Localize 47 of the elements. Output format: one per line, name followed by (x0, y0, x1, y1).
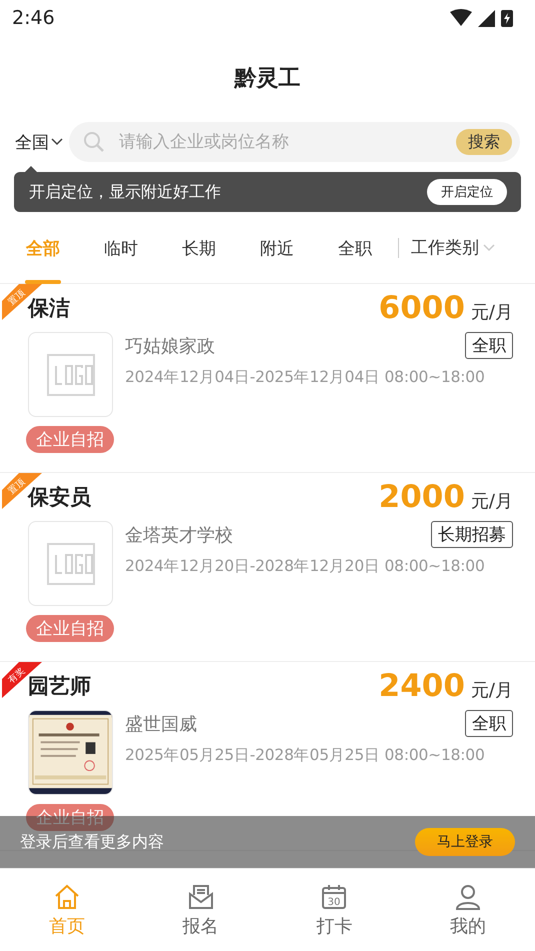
search-field[interactable]: 请输入企业或岗位名称 搜索 (69, 122, 520, 162)
job-card[interactable]: 置顶 保安员 2000 元/月 金塔英才学校 长期招募 2024年12月20日-2028年12月20日 08:00~18:00 企业自招 (0, 473, 535, 662)
filter-tab[interactable]: 附近 (238, 212, 316, 284)
salary-amount: 6000 (378, 290, 465, 326)
salary-unit: 元/月 (470, 302, 513, 323)
region-dropdown[interactable]: 全国 (15, 130, 63, 154)
logo-placeholder-icon (46, 354, 94, 396)
filter-tab[interactable]: 长期 (160, 212, 238, 284)
enable-location-button[interactable]: 开启定位 (427, 179, 507, 205)
battery-icon (501, 9, 513, 27)
location-tip-text: 开启定位，显示附近好工作 (29, 182, 221, 202)
status-time: 2:46 (12, 7, 55, 29)
nav-tab[interactable]: 我的 (401, 869, 535, 951)
search-button[interactable]: 搜索 (456, 129, 512, 155)
salary-unit: 元/月 (470, 491, 513, 512)
job-type-badge: 全职 (465, 332, 513, 359)
job-type-badge: 全职 (465, 710, 513, 737)
recruit-tag: 企业自招 (26, 615, 114, 642)
salary-unit: 元/月 (470, 680, 513, 701)
recruit-tag: 企业自招 (26, 426, 114, 453)
salary-amount: 2000 (378, 479, 465, 515)
logo-placeholder-icon (46, 542, 94, 584)
user-icon (454, 882, 482, 910)
filter-tab[interactable]: 全职 (316, 212, 394, 284)
nav-tab[interactable]: 报名 (134, 869, 268, 951)
login-button[interactable]: 马上登录 (415, 828, 515, 856)
home-icon (52, 882, 81, 910)
company-name: 巧姑娘家政 (125, 334, 215, 358)
company-name: 盛世国威 (125, 712, 197, 736)
chevron-down-icon (51, 138, 63, 146)
nav-tab[interactable]: 30 打卡 (268, 869, 402, 951)
signal-icon (478, 10, 495, 26)
company-name: 金塔英才学校 (125, 524, 233, 546)
envelope-icon (186, 882, 215, 910)
salary-amount: 2400 (378, 668, 465, 704)
app-title: 黔灵工 (234, 65, 300, 93)
work-period: 2024年12月04日-2025年12月04日 08:00~18:00 (125, 367, 486, 388)
chevron-down-icon (483, 244, 495, 252)
work-period: 2025年05月25日-2028年05月25日 08:00~18:00 (125, 745, 486, 766)
filter-tab[interactable]: 临时 (82, 212, 160, 284)
work-period: 2024年12月20日-2028年12月20日 08:00~18:00 (125, 556, 486, 577)
search-icon (83, 131, 105, 153)
wifi-icon (450, 9, 472, 27)
job-card[interactable]: 置顶 保洁 6000 元/月 巧姑娘家政 全职 2024年12月04日-2025年12月04日 08:00~18:00 企业自招 (0, 284, 535, 473)
login-banner-text: 登录后查看更多内容 (20, 832, 164, 852)
job-type-badge: 长期招募 (431, 521, 513, 548)
category-dropdown[interactable]: 工作类别 (411, 236, 495, 259)
